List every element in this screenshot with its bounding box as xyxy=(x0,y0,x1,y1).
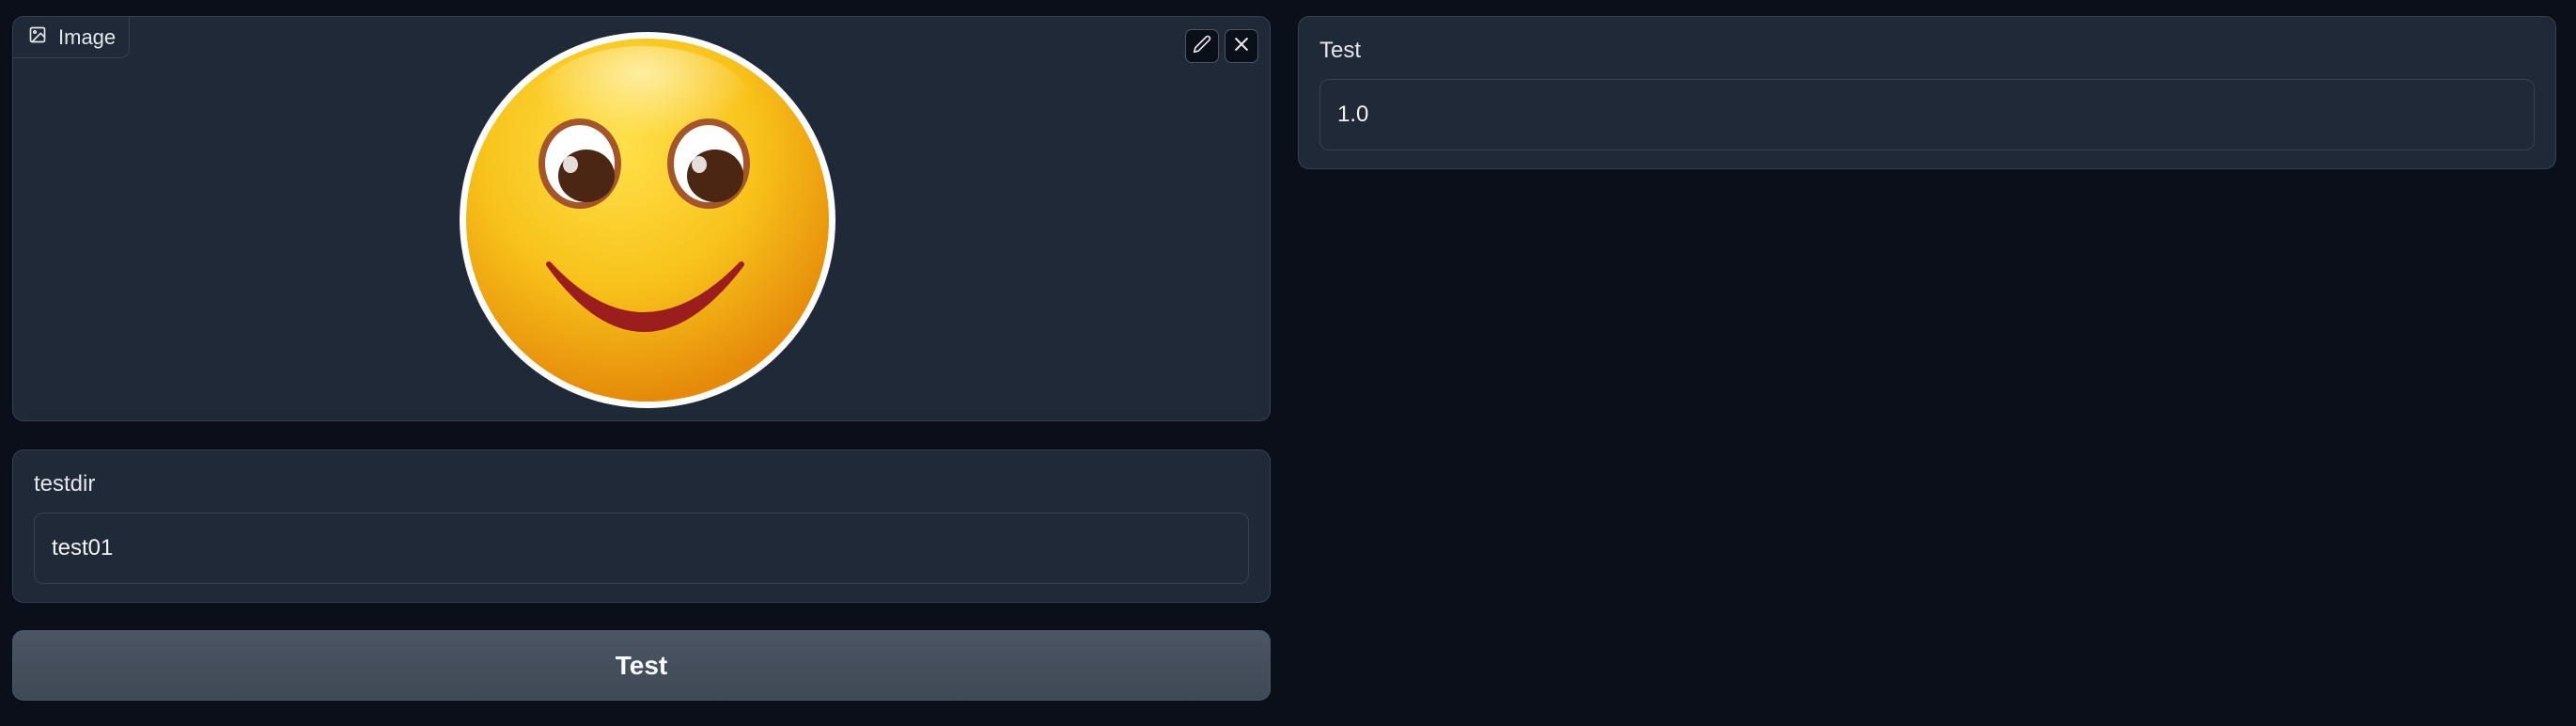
smiley-face-image xyxy=(460,32,835,408)
pencil-icon xyxy=(1193,35,1211,58)
test-output-label: Test xyxy=(1319,38,1362,63)
image-label-text: Image xyxy=(58,24,117,49)
app-root: Image testdir test01 Test Test 1.0 xyxy=(0,0,2576,726)
image-icon xyxy=(28,25,47,50)
image-input-panel[interactable]: Image xyxy=(12,16,1271,421)
testdir-input[interactable]: test01 xyxy=(34,513,1249,584)
close-icon xyxy=(1232,35,1251,58)
test-output-field[interactable]: 1.0 xyxy=(1319,79,2535,150)
testdir-label: testdir xyxy=(34,471,96,497)
image-label-badge: Image xyxy=(13,17,131,58)
testdir-panel: testdir test01 xyxy=(12,450,1271,603)
test-button[interactable]: Test xyxy=(12,630,1271,701)
test-output-panel: Test 1.0 xyxy=(1298,16,2556,169)
clear-image-button[interactable] xyxy=(1225,29,1258,63)
edit-image-button[interactable] xyxy=(1185,29,1219,63)
